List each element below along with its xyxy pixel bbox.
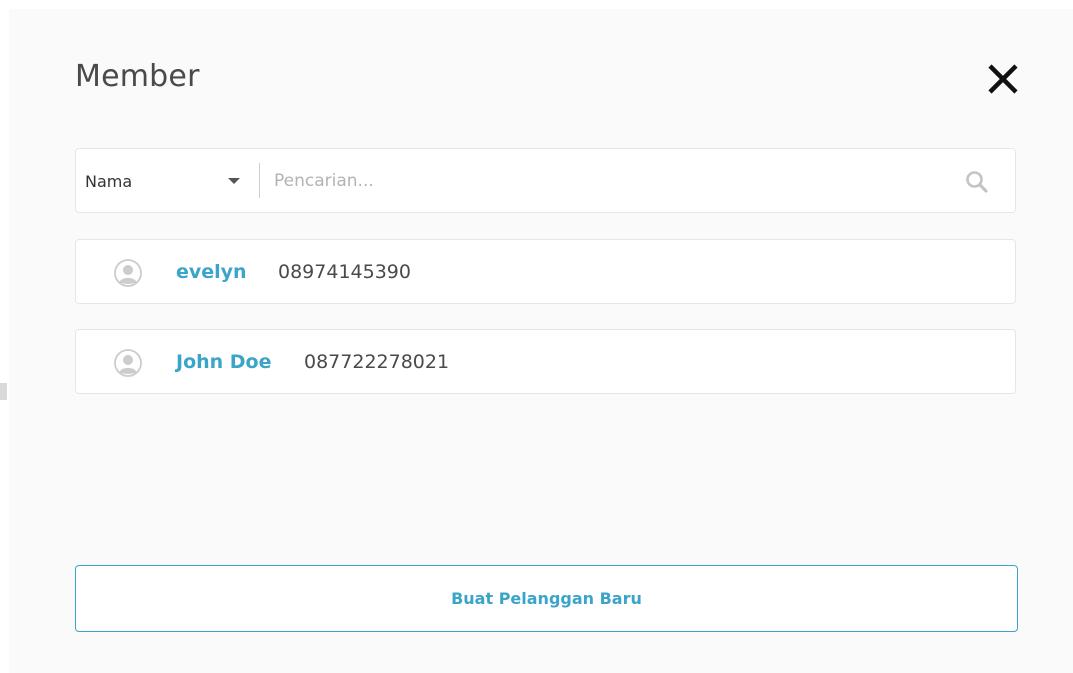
background-edge bbox=[0, 383, 7, 400]
member-list-item[interactable]: John Doe 087722278021 bbox=[75, 329, 1016, 394]
search-icon[interactable] bbox=[964, 169, 990, 195]
member-phone: 087722278021 bbox=[304, 351, 450, 373]
search-filter-label: Nama bbox=[85, 172, 133, 191]
user-circle-icon bbox=[114, 349, 142, 377]
close-button[interactable] bbox=[985, 61, 1021, 97]
chevron-down-icon bbox=[228, 178, 240, 184]
search-bar: Nama bbox=[75, 148, 1016, 213]
member-name: John Doe bbox=[176, 351, 272, 373]
search-divider bbox=[259, 163, 260, 198]
user-circle-icon bbox=[114, 259, 142, 287]
member-list-item[interactable]: evelyn 08974145390 bbox=[75, 239, 1016, 304]
member-phone: 08974145390 bbox=[278, 261, 411, 283]
member-modal: Member Nama evelyn 08974 bbox=[9, 9, 1073, 673]
close-icon bbox=[988, 64, 1018, 94]
member-name: evelyn bbox=[176, 261, 247, 283]
search-input[interactable] bbox=[274, 163, 944, 198]
create-customer-button[interactable]: Buat Pelanggan Baru bbox=[75, 565, 1018, 632]
search-filter-select[interactable]: Nama bbox=[76, 149, 259, 212]
modal-title: Member bbox=[75, 59, 200, 94]
